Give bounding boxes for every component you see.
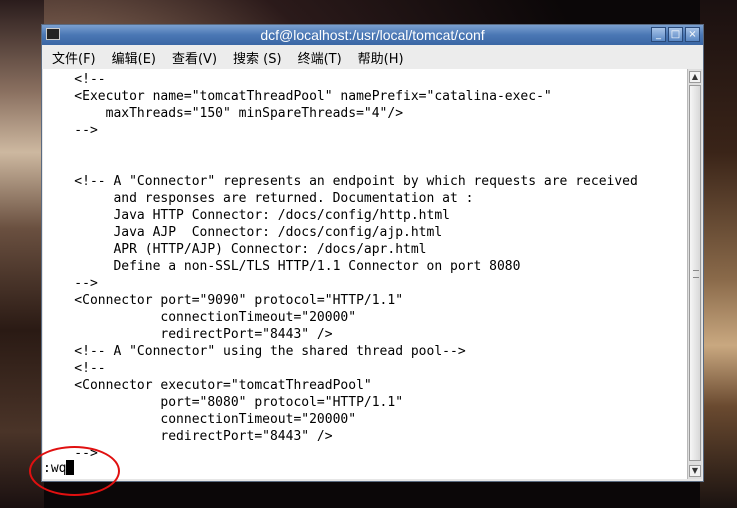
desktop-background-right: [700, 0, 737, 508]
desktop-background-left: [0, 0, 44, 508]
menu-file[interactable]: 文件(F): [42, 48, 104, 67]
terminal-icon[interactable]: [46, 28, 60, 40]
scroll-thumb[interactable]: [689, 85, 701, 461]
vertical-scrollbar[interactable]: ▲ ▼: [687, 69, 702, 479]
title-bar[interactable]: dcf@localhost:/usr/local/tomcat/conf _ □…: [42, 25, 703, 45]
terminal-area[interactable]: <!-- <Executor name="tomcatThreadPool" n…: [43, 69, 687, 479]
scroll-down-arrow-icon[interactable]: ▼: [689, 465, 701, 477]
menu-view[interactable]: 查看(V): [164, 48, 225, 67]
menu-search[interactable]: 搜索 (S): [225, 48, 290, 67]
menu-edit[interactable]: 编辑(E): [104, 48, 164, 67]
close-button[interactable]: ×: [685, 27, 700, 42]
window-title: dcf@localhost:/usr/local/tomcat/conf: [260, 27, 485, 43]
window-controls: _ □ ×: [651, 27, 700, 42]
annotation-highlight-circle: [29, 446, 120, 496]
scroll-grip-icon: [693, 270, 699, 278]
menubar: 文件(F) 编辑(E) 查看(V) 搜索 (S) 终端(T) 帮助(H): [42, 45, 703, 69]
terminal-window: dcf@localhost:/usr/local/tomcat/conf _ □…: [41, 24, 704, 482]
maximize-button[interactable]: □: [668, 27, 683, 42]
terminal-output: <!-- <Executor name="tomcatThreadPool" n…: [74, 72, 638, 461]
scroll-up-arrow-icon[interactable]: ▲: [689, 71, 701, 83]
minimize-button[interactable]: _: [651, 27, 666, 42]
menu-help[interactable]: 帮助(H): [350, 48, 412, 67]
menu-terminal[interactable]: 终端(T): [290, 48, 350, 67]
